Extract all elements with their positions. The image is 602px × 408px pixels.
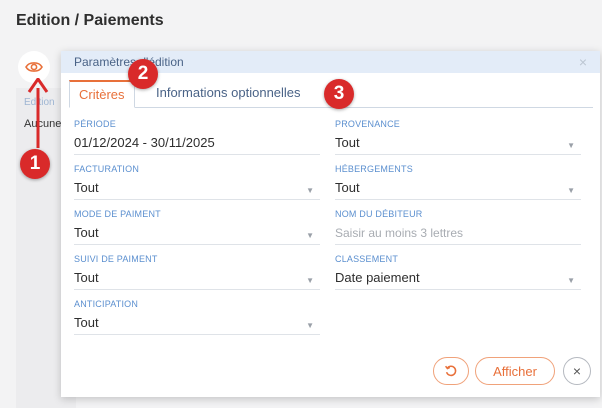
annotation-arrow <box>27 78 49 148</box>
chevron-down-icon: ▼ <box>306 321 314 330</box>
field-periode[interactable]: PÉRIODE 01/12/2024 - 30/11/2025 <box>74 119 320 155</box>
field-anticipation[interactable]: ANTICIPATION Tout ▼ <box>74 299 320 335</box>
field-hebergements[interactable]: HÉBERGEMENTS Tout ▼ <box>335 164 581 200</box>
field-label: MODE DE PAIMENT <box>74 209 161 219</box>
field-label: CLASSEMENT <box>335 254 399 264</box>
eye-icon <box>25 62 43 72</box>
chevron-down-icon: ▼ <box>567 276 575 285</box>
annotation-badge-2: 2 <box>128 59 158 89</box>
field-label: HÉBERGEMENTS <box>335 164 413 174</box>
field-label: NOM DU DÉBITEUR <box>335 209 423 219</box>
field-label: PÉRIODE <box>74 119 116 129</box>
classement-select[interactable]: Date paiement ▼ <box>335 269 581 290</box>
field-mode-de-paiment[interactable]: MODE DE PAIMENT Tout ▼ <box>74 209 320 245</box>
close-icon[interactable]: × <box>579 54 587 70</box>
field-label: PROVENANCE <box>335 119 401 129</box>
anticipation-select[interactable]: Tout ▼ <box>74 314 320 335</box>
close-icon[interactable]: × <box>563 357 591 385</box>
provenance-select[interactable]: Tout ▼ <box>335 134 581 155</box>
field-provenance[interactable]: PROVENANCE Tout ▼ <box>335 119 581 155</box>
field-label: SUIVI DE PAIMENT <box>74 254 158 264</box>
hebergements-select[interactable]: Tout ▼ <box>335 179 581 200</box>
field-facturation[interactable]: FACTURATION Tout ▼ <box>74 164 320 200</box>
chevron-down-icon: ▼ <box>306 186 314 195</box>
field-label: ANTICIPATION <box>74 299 139 309</box>
annotation-badge-1: 1 <box>20 149 50 179</box>
reset-icon <box>445 365 457 377</box>
annotation-badge-3: 3 <box>324 79 354 109</box>
facturation-select[interactable]: Tout ▼ <box>74 179 320 200</box>
chevron-down-icon: ▼ <box>567 186 575 195</box>
periode-input[interactable]: 01/12/2024 - 30/11/2025 <box>74 134 320 155</box>
afficher-button[interactable]: Afficher <box>475 357 555 385</box>
chevron-down-icon: ▼ <box>306 276 314 285</box>
field-label: FACTURATION <box>74 164 140 174</box>
chevron-down-icon: ▼ <box>306 231 314 240</box>
field-nom-du-debiteur[interactable]: NOM DU DÉBITEUR Saisir au moins 3 lettre… <box>335 209 581 245</box>
suivi-paiment-select[interactable]: Tout ▼ <box>74 269 320 290</box>
chevron-down-icon: ▼ <box>567 141 575 150</box>
tab-criteres[interactable]: Critères <box>69 80 135 108</box>
field-suivi-de-paiment[interactable]: SUIVI DE PAIMENT Tout ▼ <box>74 254 320 290</box>
nom-debiteur-input[interactable]: Saisir au moins 3 lettres <box>335 224 581 245</box>
page-title: Edition / Paiements <box>16 12 164 29</box>
tab-informations-optionnelles[interactable]: Informations optionnelles <box>147 80 310 106</box>
field-classement[interactable]: CLASSEMENT Date paiement ▼ <box>335 254 581 290</box>
mode-paiment-select[interactable]: Tout ▼ <box>74 224 320 245</box>
reset-button[interactable] <box>433 357 469 385</box>
